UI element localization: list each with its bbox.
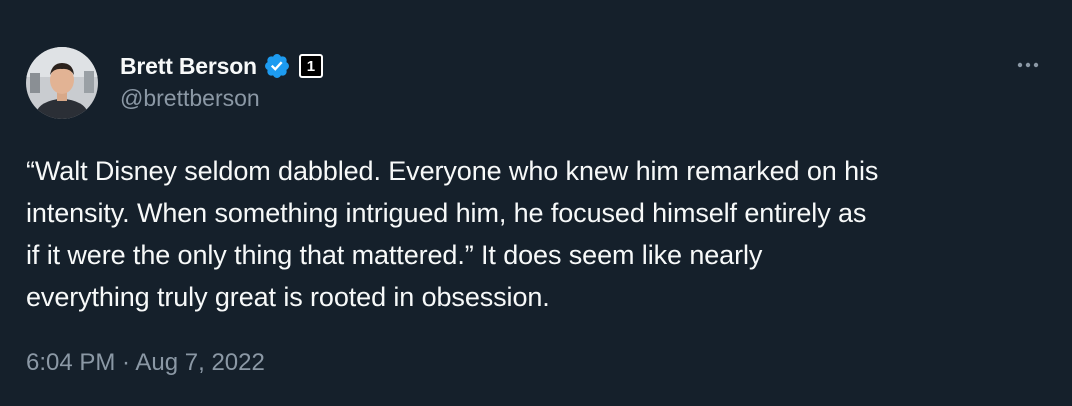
avatar-image <box>26 47 98 119</box>
tweet-timestamp[interactable]: 6:04 PM · Aug 7, 2022 <box>26 349 265 377</box>
avatar[interactable] <box>26 47 98 119</box>
author-display-name[interactable]: Brett Berson <box>120 53 257 80</box>
author-handle[interactable]: @brettberson <box>120 85 260 112</box>
verified-badge-icon <box>263 52 291 80</box>
tweet-card: Brett Berson 1 @brettberson “Walt Disney… <box>0 0 1072 406</box>
author-name-row: Brett Berson 1 <box>120 50 323 82</box>
affiliation-badge: 1 <box>298 54 323 78</box>
tweet-text: “Walt Disney seldom dabbled. Everyone wh… <box>26 156 879 312</box>
more-options-icon[interactable] <box>1008 50 1048 80</box>
